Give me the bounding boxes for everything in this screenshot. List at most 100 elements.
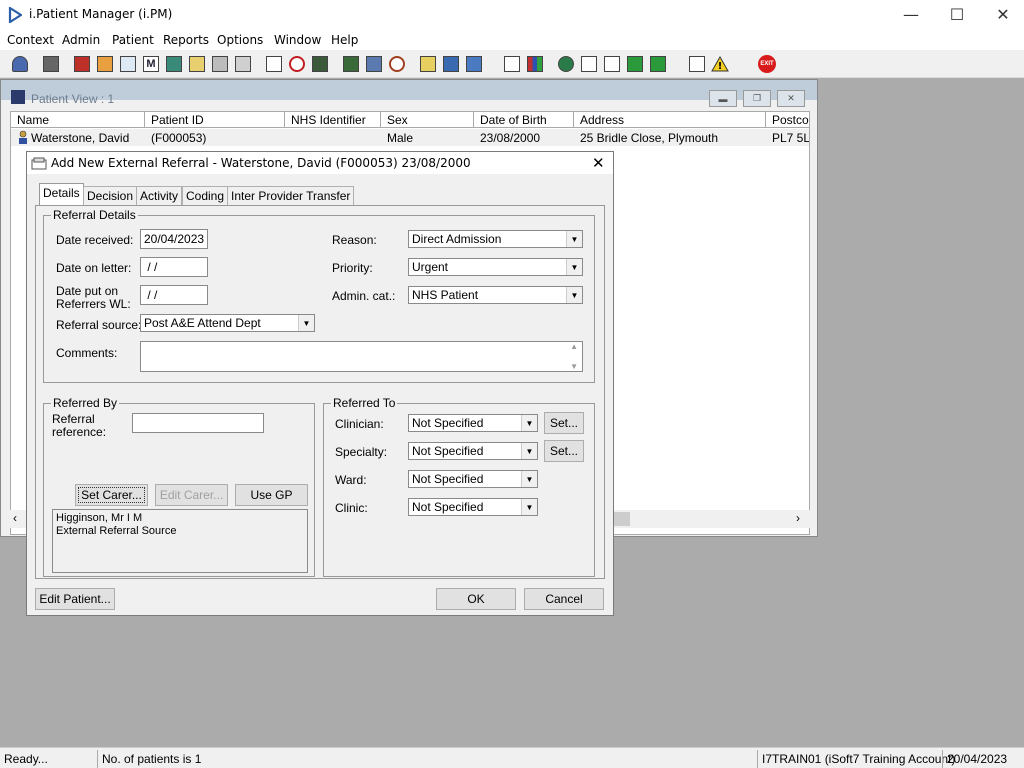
menu-options[interactable]: Options: [217, 33, 263, 47]
clinician-set-button[interactable]: Set...: [544, 412, 584, 434]
bed-icon[interactable]: [209, 53, 231, 75]
scroll-left-icon[interactable]: ‹: [13, 511, 17, 525]
column-header-sex[interactable]: Sex: [381, 112, 474, 128]
patient-icon[interactable]: [9, 53, 31, 75]
refresh-icon[interactable]: [624, 53, 646, 75]
date-received-field[interactable]: 20/04/2023: [140, 229, 208, 249]
transfer-icon[interactable]: [440, 53, 462, 75]
chart-icon[interactable]: [340, 53, 362, 75]
menu-reports[interactable]: Reports: [163, 33, 209, 47]
carer-source: External Referral Source: [56, 525, 177, 537]
notes-icon[interactable]: [186, 53, 208, 75]
clock-icon[interactable]: [286, 53, 308, 75]
chevron-down-icon[interactable]: ▼: [521, 415, 537, 431]
swap-icon[interactable]: [686, 53, 708, 75]
close-window-button[interactable]: ✕: [980, 0, 1024, 30]
column-header-postcode[interactable]: Postcod: [766, 112, 809, 128]
tab-details[interactable]: Details: [39, 183, 84, 206]
book-icon[interactable]: [71, 53, 93, 75]
carer-name: Higginson, Mr I M: [56, 512, 143, 524]
recycle-icon[interactable]: [647, 53, 669, 75]
scroll-right-icon[interactable]: ›: [796, 511, 800, 525]
edit-patient-button[interactable]: Edit Patient...: [35, 588, 115, 610]
mail-icon[interactable]: M: [140, 53, 162, 75]
dialog-title: Add New External Referral - Waterstone, …: [51, 156, 471, 170]
bar-chart-icon[interactable]: [524, 53, 546, 75]
specialty-set-button[interactable]: Set...: [544, 440, 584, 462]
exit-icon[interactable]: EXIT: [756, 53, 778, 75]
column-header-address[interactable]: Address: [574, 112, 766, 128]
chevron-down-icon[interactable]: ▼: [521, 499, 537, 515]
specialty-select[interactable]: Not Specified ▼: [408, 442, 538, 460]
tab-decision[interactable]: Decision: [83, 186, 138, 205]
form-icon[interactable]: [117, 53, 139, 75]
date-on-letter-field[interactable]: / /: [140, 257, 208, 277]
tick-icon[interactable]: [601, 53, 623, 75]
date-put-label: Date put on Referrers WL:: [56, 284, 131, 311]
priority-select[interactable]: Urgent ▼: [408, 258, 583, 276]
column-header-name[interactable]: Name: [11, 112, 145, 128]
chevron-down-icon[interactable]: ▼: [566, 259, 582, 275]
referral-source-select[interactable]: Post A&E Attend Dept ▼: [140, 314, 315, 332]
column-header-nhs-identifier[interactable]: NHS Identifier: [285, 112, 381, 128]
print-icon[interactable]: [40, 53, 62, 75]
ward-select[interactable]: Not Specified ▼: [408, 470, 538, 488]
column-header-patient-id[interactable]: Patient ID: [145, 112, 285, 128]
tab-activity[interactable]: Activity: [136, 186, 183, 205]
list-icon[interactable]: [417, 53, 439, 75]
clinician-select[interactable]: Not Specified ▼: [408, 414, 538, 432]
scroll-down-icon[interactable]: ▼: [570, 362, 578, 371]
globe-icon[interactable]: [555, 53, 577, 75]
ambulance-icon[interactable]: [232, 53, 254, 75]
ok-button[interactable]: OK: [436, 588, 516, 610]
clinic-select[interactable]: Not Specified ▼: [408, 498, 538, 516]
warning-icon[interactable]: !: [709, 53, 731, 75]
menu-patient[interactable]: Patient: [112, 33, 154, 47]
comments-field[interactable]: ▲ ▼: [140, 341, 583, 372]
date-put-field[interactable]: / /: [140, 285, 208, 305]
chevron-down-icon[interactable]: ▼: [566, 231, 582, 247]
maximize-button[interactable]: ☐: [934, 0, 980, 30]
menu-window[interactable]: Window: [274, 33, 321, 47]
menu-admin[interactable]: Admin: [62, 33, 100, 47]
referral-reference-field[interactable]: [132, 413, 264, 433]
person-icon[interactable]: [163, 53, 185, 75]
check-icon[interactable]: [578, 53, 600, 75]
column-header-dob[interactable]: Date of Birth: [474, 112, 574, 128]
edit-icon[interactable]: [94, 53, 116, 75]
tab-coding[interactable]: Coding: [182, 186, 229, 205]
gauge-icon[interactable]: [386, 53, 408, 75]
minimize-button[interactable]: —: [888, 0, 934, 30]
chevron-down-icon[interactable]: ▼: [566, 287, 582, 303]
edit-carer-button[interactable]: Edit Carer...: [155, 484, 228, 506]
tab-inter-provider-transfer[interactable]: Inter Provider Transfer: [227, 186, 355, 205]
cancel-button[interactable]: Cancel: [524, 588, 604, 610]
menu-help[interactable]: Help: [331, 33, 358, 47]
pv-minimize-button[interactable]: ▬: [709, 90, 737, 107]
set-carer-button[interactable]: Set Carer...: [75, 484, 148, 506]
use-gp-button[interactable]: Use GP: [235, 484, 308, 506]
admin-cat-value: NHS Patient: [412, 288, 479, 302]
clinic-label: Clinic:: [335, 501, 368, 515]
referral-source-value: Post A&E Attend Dept: [144, 316, 261, 330]
chevron-down-icon[interactable]: ▼: [521, 443, 537, 459]
monitor-icon[interactable]: [309, 53, 331, 75]
page-icon[interactable]: [501, 53, 523, 75]
menu-context[interactable]: Context: [7, 33, 54, 47]
scroll-up-icon[interactable]: ▲: [570, 342, 578, 351]
pv-restore-button[interactable]: ❐: [743, 90, 771, 107]
set-carer-label: Set Carer...: [81, 488, 142, 502]
search-icon[interactable]: [263, 53, 285, 75]
chevron-down-icon[interactable]: ▼: [298, 315, 314, 331]
document-icon[interactable]: [363, 53, 385, 75]
priority-value: Urgent: [412, 260, 449, 274]
tab-label: Activity: [140, 189, 179, 203]
reason-select[interactable]: Direct Admission ▼: [408, 230, 583, 248]
dialog-close-icon[interactable]: ✕: [592, 154, 605, 172]
use-gp-label: Use GP: [250, 488, 293, 502]
cell-sex: Male: [387, 131, 414, 145]
user-icon[interactable]: [463, 53, 485, 75]
pv-close-button[interactable]: ✕: [777, 90, 805, 107]
admin-cat-select[interactable]: NHS Patient ▼: [408, 286, 583, 304]
chevron-down-icon[interactable]: ▼: [521, 471, 537, 487]
